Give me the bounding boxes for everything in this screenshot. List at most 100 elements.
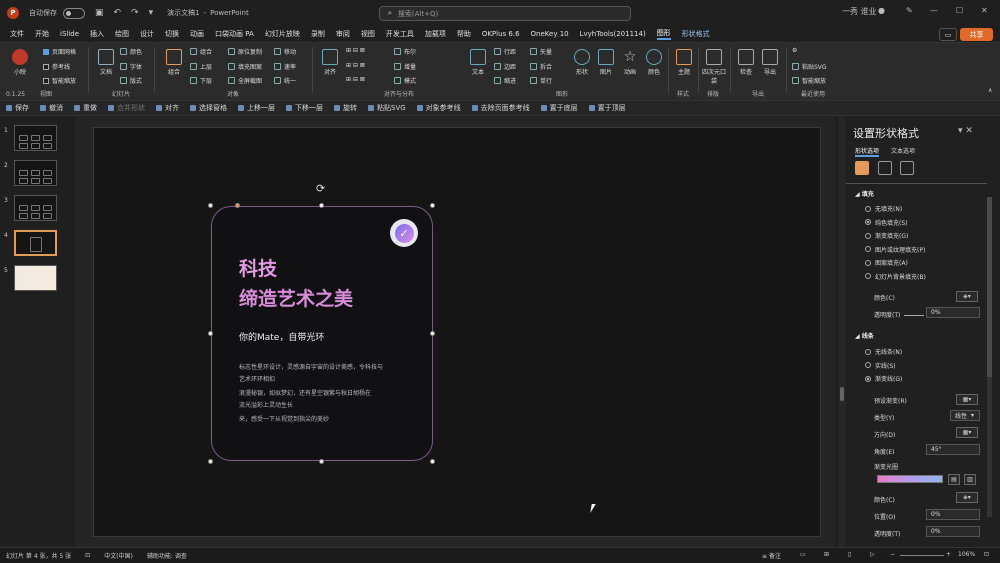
corner-radius-handle[interactable] xyxy=(235,203,240,208)
qat-item-12[interactable]: 置于底层 xyxy=(540,103,578,113)
preset-gradient-picker[interactable]: ▦▾ xyxy=(956,394,978,405)
stop-color-picker[interactable]: ◈▾ xyxy=(956,492,978,503)
effects-icon[interactable] xyxy=(878,161,892,175)
resize-handle[interactable] xyxy=(208,331,213,336)
search-box[interactable]: ⌕ 搜索(Alt+Q) xyxy=(379,6,631,21)
resize-handle[interactable] xyxy=(208,459,213,464)
collapse-ribbon-icon[interactable]: ∧ xyxy=(988,87,992,94)
qat-item-6[interactable]: 上移一层 xyxy=(238,103,275,113)
tab-8[interactable]: 口袋动画 PA xyxy=(215,29,254,39)
resize-handle[interactable] xyxy=(430,331,435,336)
tab-15[interactable]: 帮助 xyxy=(457,29,471,39)
slide-thumbnail[interactable]: 2 xyxy=(4,160,70,190)
accessibility-status[interactable]: 辅助功能: 调查 xyxy=(147,551,187,560)
body-line[interactable]: 流光溢彩上灵动生长 xyxy=(239,400,293,409)
share-button[interactable]: 共享 xyxy=(960,28,993,41)
radio-option[interactable]: 无填充(N) xyxy=(865,204,902,213)
tab-text-options[interactable]: 文本选项 xyxy=(891,146,915,155)
tab-7[interactable]: 动画 xyxy=(190,29,204,39)
spelling-icon[interactable]: ⊡ xyxy=(85,552,90,559)
radio-option[interactable]: 渐变填充(G) xyxy=(865,231,908,240)
angle-input[interactable]: 45° xyxy=(926,444,980,455)
qat-item-2[interactable]: 重做 xyxy=(74,103,97,113)
notes-button[interactable]: ≡ 备注 xyxy=(762,551,781,560)
tab-shape-options[interactable]: 形状选项 xyxy=(855,146,880,157)
reading-view-icon[interactable]: ▯ xyxy=(848,551,851,558)
normal-view-icon[interactable]: ▭ xyxy=(800,551,806,558)
add-stop-icon[interactable]: ▤ xyxy=(948,474,960,485)
type-select[interactable]: 线性 ▾ xyxy=(950,410,980,421)
tab-16[interactable]: OKPlus 6.6 xyxy=(482,30,520,38)
autosave-toggle[interactable] xyxy=(63,7,85,19)
transparency-input[interactable]: 0% xyxy=(926,307,980,318)
qat-item-3[interactable]: 合并形状 xyxy=(108,103,145,113)
resize-handle[interactable] xyxy=(430,203,435,208)
qat-item-0[interactable]: 保存 xyxy=(6,103,29,113)
qat-item-10[interactable]: 对象参考线 xyxy=(416,103,461,113)
radio-option[interactable]: 实线(S) xyxy=(865,361,896,370)
slide-canvas[interactable]: ⟳ ✓ 科技 缔造艺术之美 你的Mate，自带光环 标志性星环设计，灵感源自宇宙… xyxy=(93,127,821,537)
size-icon[interactable] xyxy=(900,161,914,175)
tab-11[interactable]: 审阅 xyxy=(336,29,350,39)
zoom-slider[interactable] xyxy=(900,555,944,556)
radio-option[interactable]: 幻灯片背景填充(B) xyxy=(865,272,926,281)
pen-icon[interactable]: ✎ xyxy=(906,6,913,15)
tab-14[interactable]: 加载项 xyxy=(425,29,446,39)
qat-item-9[interactable]: 粘贴SVG xyxy=(368,103,406,113)
redo-icon[interactable]: ↷ xyxy=(131,8,139,18)
user-avatar-icon[interactable]: ● xyxy=(878,6,885,15)
slide-thumbnail[interactable]: 1 xyxy=(4,125,70,155)
tab-1[interactable]: 开始 xyxy=(35,29,49,39)
radio-option[interactable]: 图案填充(A) xyxy=(865,258,908,267)
position-input[interactable]: 0% xyxy=(926,509,980,520)
qat-item-8[interactable]: 旋转 xyxy=(334,103,357,113)
radio-option[interactable]: 图片或纹理填充(P) xyxy=(865,245,925,254)
direction-picker[interactable]: ▦▾ xyxy=(956,427,978,438)
pane-scroll-thumb[interactable] xyxy=(987,197,992,377)
tab-18[interactable]: LvyhTools(201114) xyxy=(580,30,646,38)
qat-item-7[interactable]: 下移一层 xyxy=(286,103,323,113)
zoom-level[interactable]: 106% xyxy=(958,551,975,558)
tab-0[interactable]: 文件 xyxy=(10,29,24,39)
slide-title-line1[interactable]: 科技 xyxy=(239,254,277,281)
vertical-scrollbar[interactable] xyxy=(838,117,846,547)
tab-17[interactable]: OneKey 10 xyxy=(531,30,569,38)
minimize-button[interactable]: — xyxy=(930,6,938,15)
undo-icon[interactable]: ↶ xyxy=(114,8,122,18)
radio-option[interactable]: 纯色填充(S) xyxy=(865,218,908,227)
tab-13[interactable]: 开发工具 xyxy=(386,29,414,39)
tab-2[interactable]: iSlide xyxy=(60,30,79,38)
line-section-header[interactable]: ◢ 线条 xyxy=(855,331,874,340)
qat-item-1[interactable]: 撤消 xyxy=(40,103,63,113)
resize-handle[interactable] xyxy=(208,203,213,208)
restore-button[interactable]: ☐ xyxy=(956,6,963,15)
qat-item-5[interactable]: 选择窗格 xyxy=(190,103,227,113)
resize-handle[interactable] xyxy=(430,459,435,464)
tab-9[interactable]: 幻灯片放映 xyxy=(265,29,300,39)
body-line[interactable]: 标志性星环设计，灵感源自宇宙的设计美感，令科技与 xyxy=(239,362,383,371)
body-line[interactable]: 来，感受一下从视觉到指尖的美妙 xyxy=(239,414,329,423)
comments-icon[interactable]: ▭ xyxy=(939,28,957,41)
gradient-stops-bar[interactable] xyxy=(877,475,943,483)
language[interactable]: 中文(中国) xyxy=(104,551,133,560)
qat-item-13[interactable]: 置于顶层 xyxy=(588,103,626,113)
resize-handle[interactable] xyxy=(319,459,324,464)
slideshow-icon[interactable]: ▷ xyxy=(870,551,875,558)
tab-20[interactable]: 形状格式 xyxy=(682,29,710,39)
user-name[interactable]: 一秀 谁业 xyxy=(842,6,877,17)
qat-item-11[interactable]: 去除页面参考线 xyxy=(471,103,530,113)
pane-close-icon[interactable]: ▾ ✕ xyxy=(958,126,973,136)
slide-subtitle[interactable]: 你的Mate，自带光环 xyxy=(239,330,324,343)
transparency-slider[interactable] xyxy=(904,315,924,316)
tab-10[interactable]: 录制 xyxy=(311,29,325,39)
resize-handle[interactable] xyxy=(319,203,324,208)
tab-4[interactable]: 绘图 xyxy=(115,29,129,39)
close-button[interactable]: ✕ xyxy=(981,6,988,15)
sorter-view-icon[interactable]: ⊞ xyxy=(824,551,829,558)
customize-qat-icon[interactable]: ▾ xyxy=(149,8,154,18)
tab-12[interactable]: 视图 xyxy=(361,29,375,39)
fill-line-icon[interactable] xyxy=(855,161,869,175)
body-line[interactable]: 浪漫秘银，如似梦幻，还有星空银紫与秋日胡杨在 xyxy=(239,388,371,397)
slide-thumbnail[interactable]: 3 xyxy=(4,195,70,225)
radio-option[interactable]: 无线条(N) xyxy=(865,347,902,356)
